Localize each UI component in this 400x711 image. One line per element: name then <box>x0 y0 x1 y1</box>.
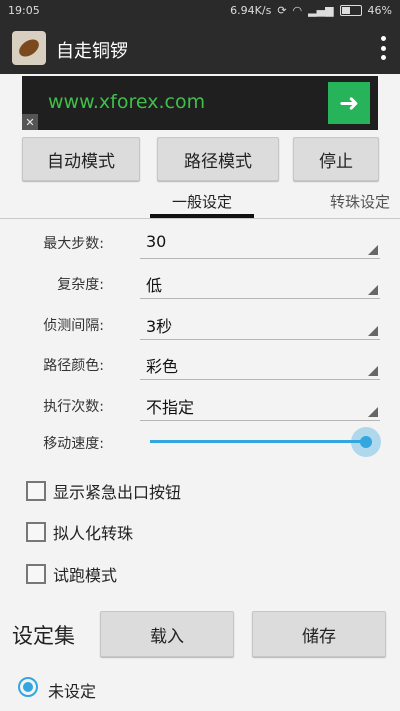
exec-count-label: 执行次数: <box>43 399 104 415</box>
status-bar: 19:05 6.94K/s ⟳ ◠ ▂▄▆ 46% <box>0 0 400 22</box>
save-button[interactable]: 储存 <box>252 611 386 657</box>
wifi-icon: ◠ <box>292 4 303 17</box>
speed-slider-track[interactable] <box>150 440 366 443</box>
battery-icon <box>339 5 362 16</box>
max-steps-select[interactable]: 30 <box>140 228 380 259</box>
dropdown-triangle-icon <box>368 407 378 417</box>
humanize-label[interactable]: 拟人化转珠 <box>53 520 133 544</box>
network-speed: 6.94K/s <box>230 4 272 17</box>
humanize-checkbox-row[interactable]: 拟人化转珠 <box>0 516 400 546</box>
tab-orb-settings[interactable]: 转珠设定 <box>330 191 390 212</box>
sync-icon: ⟳ <box>277 4 287 17</box>
humanize-checkbox[interactable] <box>26 522 46 542</box>
tab-indicator <box>150 214 254 218</box>
battery-percent: 46% <box>367 4 392 17</box>
trial-mode-checkbox[interactable] <box>26 564 46 584</box>
path-color-select[interactable]: 彩色 <box>140 349 380 380</box>
speed-label: 移动速度: <box>43 436 104 452</box>
dropdown-triangle-icon <box>368 285 378 295</box>
ad-close-icon[interactable]: ✕ <box>22 114 38 130</box>
complexity-label: 复杂度: <box>57 277 104 293</box>
interval-select[interactable]: 3秒 <box>140 309 380 340</box>
dropdown-triangle-icon <box>368 326 378 336</box>
signal-icon: ▂▄▆ <box>308 4 334 17</box>
trial-mode-label[interactable]: 试跑模式 <box>53 562 117 586</box>
path-color-label: 路径颜色: <box>43 358 104 374</box>
action-bar: 自走铜锣 <box>0 22 400 74</box>
status-time: 19:05 <box>8 4 40 17</box>
ad-arrow-icon[interactable]: ➜ <box>328 82 370 124</box>
preset-title: 设定集 <box>12 624 75 648</box>
interval-label: 侦测间隔: <box>43 318 104 334</box>
max-steps-label: 最大步数: <box>43 236 104 252</box>
path-mode-button[interactable]: 路径模式 <box>157 137 279 181</box>
tab-general[interactable]: 一般设定 <box>150 191 254 212</box>
emergency-exit-label[interactable]: 显示紧急出口按钮 <box>53 479 181 503</box>
speed-slider-thumb[interactable] <box>351 427 381 457</box>
load-button[interactable]: 载入 <box>100 611 234 657</box>
emergency-exit-checkbox-row[interactable]: 显示紧急出口按钮 <box>0 475 400 505</box>
dropdown-triangle-icon <box>368 245 378 255</box>
preset-radio-label[interactable]: 未设定 <box>48 678 96 702</box>
exec-count-select[interactable]: 不指定 <box>140 390 380 421</box>
ad-banner[interactable]: www.xforex.com ➜ ✕ <box>22 76 378 130</box>
settings-tabs: 一般设定 转珠设定 <box>0 184 400 219</box>
complexity-select[interactable]: 低 <box>140 268 380 299</box>
auto-mode-button[interactable]: 自动模式 <box>22 137 140 181</box>
emergency-exit-checkbox[interactable] <box>26 481 46 501</box>
path-color-value: 彩色 <box>146 357 179 376</box>
trial-mode-checkbox-row[interactable]: 试跑模式 <box>0 558 400 588</box>
max-steps-value: 30 <box>146 232 167 251</box>
overflow-menu-icon[interactable] <box>380 36 386 60</box>
ad-text[interactable]: www.xforex.com <box>48 91 205 113</box>
interval-value: 3秒 <box>146 317 173 336</box>
exec-count-value: 不指定 <box>146 398 195 417</box>
dropdown-triangle-icon <box>368 366 378 376</box>
preset-radio[interactable] <box>18 677 38 697</box>
app-icon <box>12 31 46 65</box>
complexity-value: 低 <box>146 276 163 295</box>
app-title: 自走铜锣 <box>56 41 128 62</box>
stop-button[interactable]: 停止 <box>293 137 379 181</box>
